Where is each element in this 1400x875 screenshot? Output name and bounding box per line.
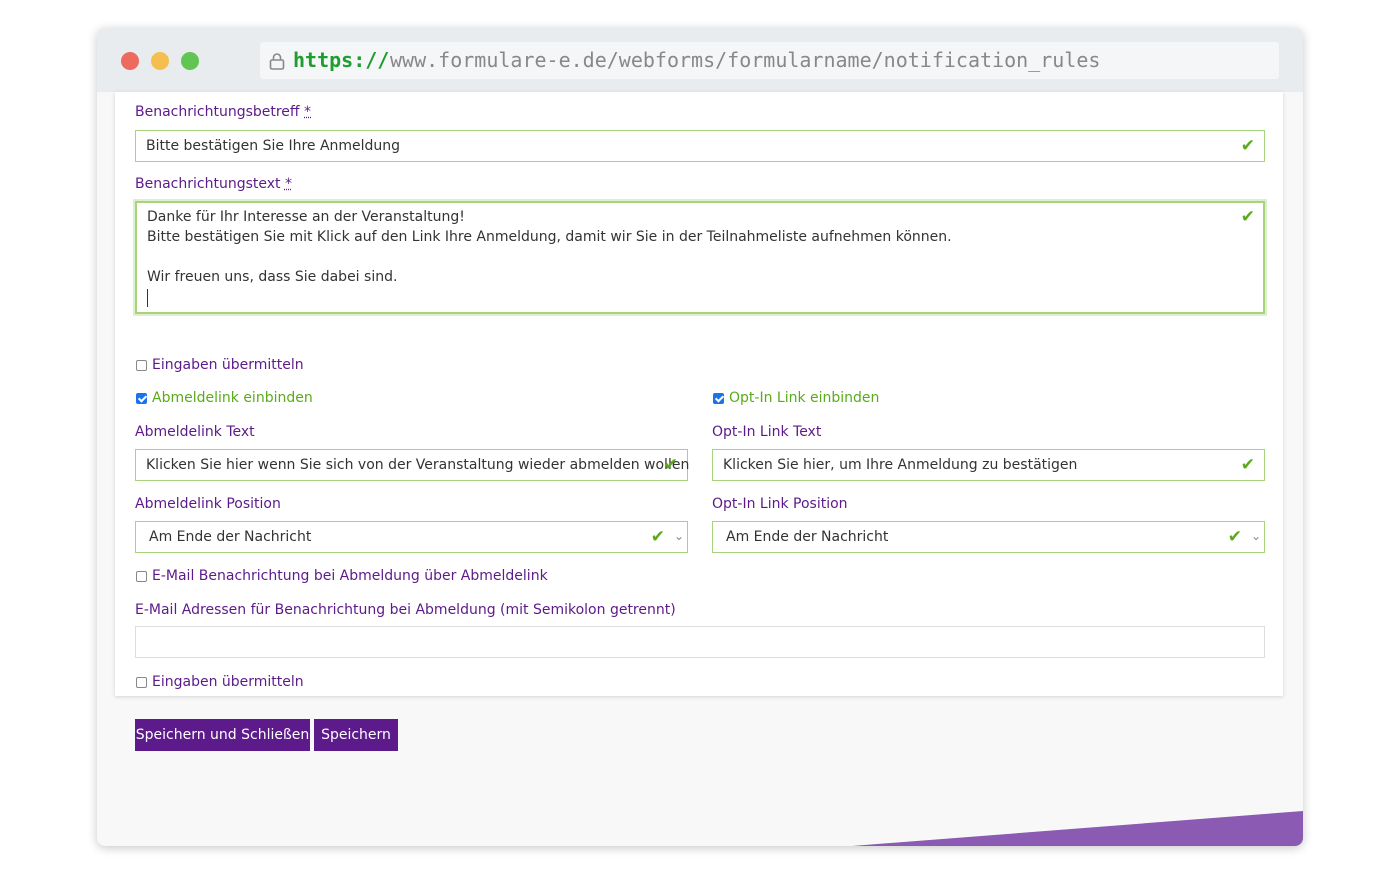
browser-window: https:// www.formulare-e.de/webforms/for… <box>97 28 1303 846</box>
decorative-wedge <box>852 811 1303 846</box>
